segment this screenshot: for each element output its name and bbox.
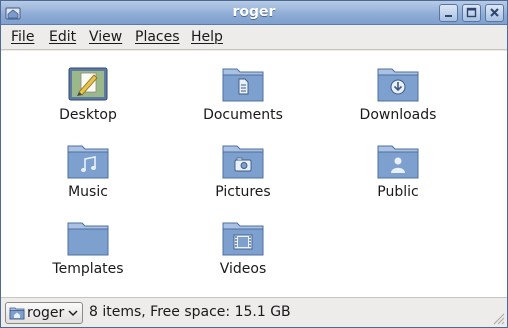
menu-bar: File Edit View Places Help (1, 25, 507, 50)
resize-grip-icon[interactable] (491, 311, 505, 325)
chevron-down-icon (68, 310, 78, 317)
file-manager-window: roger File Edit View Places Help Desktop… (0, 0, 508, 328)
menu-view[interactable]: View (89, 29, 122, 45)
file-item-label: Public (377, 184, 419, 200)
maximize-icon (466, 7, 477, 18)
documents-folder-icon (222, 68, 264, 102)
templates-folder-icon (67, 222, 109, 256)
window-title: roger (232, 4, 276, 20)
file-item-videos[interactable]: Videos (183, 219, 303, 291)
home-folder-icon (9, 307, 25, 320)
menu-file[interactable]: File (11, 29, 34, 45)
status-bar: roger 8 items, Free space: 15.1 GB (1, 297, 507, 327)
minimize-icon (445, 15, 452, 17)
public-folder-icon (377, 145, 419, 179)
file-item-documents[interactable]: Documents (183, 65, 303, 137)
title-bar[interactable]: roger (1, 1, 507, 25)
file-item-pictures[interactable]: Pictures (183, 142, 303, 214)
location-dropdown-value: roger (27, 305, 65, 321)
close-button[interactable] (485, 4, 504, 22)
pictures-folder-icon (222, 145, 264, 179)
location-dropdown[interactable]: roger (5, 302, 83, 324)
music-folder-icon (67, 145, 109, 179)
file-item-label: Desktop (59, 107, 117, 123)
file-item-label: Videos (219, 261, 267, 277)
file-item-templates[interactable]: Templates (28, 219, 148, 291)
file-item-label: Documents (203, 107, 283, 123)
file-item-desktop[interactable]: Desktop (28, 65, 148, 137)
maximize-button[interactable] (462, 4, 481, 22)
menu-help[interactable]: Help (191, 29, 223, 45)
file-item-music[interactable]: Music (28, 142, 148, 214)
menu-places[interactable]: Places (135, 29, 180, 45)
file-item-label: Music (68, 184, 108, 200)
file-item-label: Templates (52, 261, 124, 277)
file-item-downloads[interactable]: Downloads (338, 65, 458, 137)
minimize-button[interactable] (439, 4, 458, 22)
file-item-label: Downloads (359, 107, 437, 123)
icon-view[interactable]: Desktop Documents Downloads Music Pictur… (1, 51, 507, 297)
status-text: 8 items, Free space: 15.1 GB (89, 304, 291, 320)
downloads-folder-icon (377, 68, 419, 102)
close-icon (490, 8, 499, 17)
videos-folder-icon (222, 222, 264, 256)
file-item-label: Pictures (215, 184, 271, 200)
menu-edit[interactable]: Edit (49, 29, 76, 45)
desktop-folder-icon (68, 67, 108, 101)
file-item-public[interactable]: Public (338, 142, 458, 214)
